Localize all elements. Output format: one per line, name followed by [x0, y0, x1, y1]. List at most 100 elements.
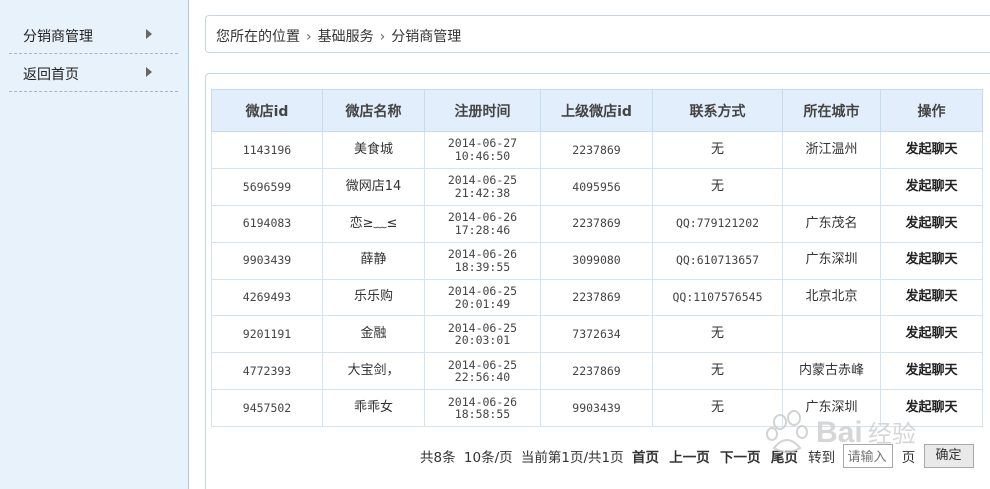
- contact-cell: QQ:1107576545: [652, 278, 783, 317]
- column-header-city: 所在城市: [782, 89, 881, 132]
- breadcrumb: 您所在的位置 › 基础服务 › 分销商管理: [205, 15, 990, 53]
- parent-shop-id-cell: 4095956: [540, 167, 653, 206]
- shop-name-cell: 乖乖女: [322, 389, 425, 428]
- shop-id-cell: 9903439: [211, 241, 323, 280]
- city-cell: [782, 315, 881, 354]
- breadcrumb-item: 分销商管理: [391, 29, 462, 45]
- page-number-input[interactable]: [843, 444, 894, 468]
- parent-shop-id-cell: 3099080: [540, 241, 653, 280]
- register-time-cell: 2014-06-27 10:46:50: [424, 131, 541, 169]
- last-page-link[interactable]: 尾页: [771, 446, 798, 466]
- register-time-cell: 2014-06-26 18:58:55: [424, 389, 541, 428]
- parent-shop-id-cell: 2237869: [540, 131, 653, 169]
- city-cell: 内蒙古赤峰: [782, 352, 881, 391]
- start-chat-link[interactable]: 发起聊天: [880, 389, 983, 428]
- contact-cell: 无: [652, 352, 783, 391]
- column-header-action: 操作: [880, 89, 983, 132]
- shop-id-cell: 5696599: [211, 167, 323, 206]
- current-page-info: 当前第1页/共1页: [520, 450, 624, 466]
- city-cell: [782, 167, 881, 206]
- confirm-button[interactable]: 确定: [923, 444, 974, 468]
- column-header-parent-shop-id: 上级微店id: [540, 89, 653, 132]
- shop-name-cell: 薛静: [322, 241, 425, 280]
- breadcrumb-prefix: 您所在的位置: [216, 29, 300, 45]
- table-row: 9903439 薛静 2014-06-26 18:39:55 3099080 QQ:610…: [211, 241, 983, 280]
- sidebar-item-distributor-management[interactable]: 分销商管理: [9, 16, 178, 54]
- table-row: 5696599 微网店14 2014-06-25 21:42:38 4095956 无 发起…: [211, 167, 983, 206]
- column-header-contact: 联系方式: [652, 89, 783, 132]
- start-chat-link[interactable]: 发起聊天: [880, 241, 983, 280]
- shop-id-cell: 9457502: [211, 389, 323, 428]
- register-time-cell: 2014-06-25 20:01:49: [424, 278, 541, 317]
- shop-name-cell: 乐乐购: [322, 278, 425, 317]
- prev-page-link[interactable]: 上一页: [669, 446, 710, 466]
- first-page-link[interactable]: 首页: [632, 446, 659, 466]
- chevron-right-icon: ›: [306, 29, 312, 45]
- register-date: 2014-06-25: [447, 283, 518, 298]
- shop-id-cell: 6194083: [211, 204, 323, 243]
- register-clock-time: 20:03:01: [454, 333, 511, 348]
- chevron-right-icon: ›: [379, 29, 386, 45]
- table-body: 1143196 美食城 2014-06-27 10:46:50 2237869 无浙江温州…: [211, 131, 983, 428]
- register-time-cell: 2014-06-26 18:39:55: [424, 241, 541, 280]
- start-chat-link[interactable]: 发起聊天: [880, 167, 983, 206]
- table-row: 1143196 美食城 2014-06-27 10:46:50 2237869 无浙江温州…: [211, 131, 983, 169]
- shop-name-cell: 恋≥﹏≤: [322, 204, 425, 243]
- register-clock-time: 20:01:49: [454, 296, 511, 311]
- column-header-shop-id: 微店id: [211, 89, 323, 132]
- contact-cell: QQ:779121202: [652, 204, 783, 243]
- shop-id-cell: 9201191: [211, 315, 323, 354]
- parent-shop-id-cell: 2237869: [540, 278, 653, 317]
- shop-id-cell: 4269493: [211, 278, 323, 317]
- register-date: 2014-06-26: [447, 210, 518, 225]
- register-date: 2014-06-25: [447, 173, 518, 188]
- column-header-shop-name: 微店名称: [322, 89, 425, 132]
- register-clock-time: 10:46:50: [454, 148, 511, 163]
- register-date: 2014-06-26: [447, 246, 518, 261]
- next-page-link[interactable]: 下一页: [720, 446, 761, 466]
- register-clock-time: 18:39:55: [454, 259, 511, 274]
- parent-shop-id-cell: 9903439: [540, 389, 653, 428]
- start-chat-link[interactable]: 发起聊天: [880, 315, 983, 354]
- page-unit-label: 页: [901, 450, 916, 466]
- start-chat-link[interactable]: 发起聊天: [880, 278, 983, 317]
- arrow-right-icon: [146, 29, 152, 39]
- total-count: 共8条: [420, 450, 456, 466]
- register-clock-time: 18:58:55: [454, 407, 511, 422]
- goto-label: 转到: [808, 450, 836, 466]
- register-clock-time: 21:42:38: [454, 185, 511, 200]
- table-row: 9457502 乖乖女 2014-06-26 18:58:55 9903439 无广东深圳…: [211, 389, 983, 428]
- table-row: 4772393 大宝剑， 2014-06-25 22:56:40 2237869 无内蒙古…: [211, 352, 983, 391]
- start-chat-link[interactable]: 发起聊天: [880, 131, 983, 169]
- start-chat-link[interactable]: 发起聊天: [880, 204, 983, 243]
- city-cell: 北京北京: [782, 278, 881, 317]
- table-row: 9201191 金融 2014-06-25 20:03:01 7372634 无 发起聊天: [211, 315, 983, 354]
- city-cell: 广东深圳: [782, 389, 881, 428]
- shop-name-cell: 大宝剑，: [322, 352, 425, 391]
- city-cell: 广东深圳: [782, 241, 881, 280]
- start-chat-link[interactable]: 发起聊天: [880, 352, 983, 391]
- contact-cell: 无: [652, 167, 783, 206]
- register-time-cell: 2014-06-25 20:03:01: [424, 315, 541, 354]
- contact-cell: QQ:610713657: [652, 241, 783, 280]
- contact-cell: 无: [652, 389, 783, 428]
- page-size: 10条/页: [463, 450, 513, 466]
- sidebar-item-back-home[interactable]: 返回首页: [9, 54, 178, 92]
- city-cell: 广东茂名: [782, 204, 881, 243]
- table-row: 4269493 乐乐购 2014-06-25 20:01:49 2237869 QQ:11…: [211, 278, 983, 317]
- parent-shop-id-cell: 2237869: [540, 352, 653, 391]
- sidebar: 分销商管理 返回首页: [0, 0, 189, 489]
- shop-name-cell: 微网店14: [322, 167, 425, 206]
- shop-name-cell: 美食城: [322, 131, 425, 169]
- table-row: 6194083 恋≥﹏≤ 2014-06-26 17:28:46 2237869 QQ:7…: [211, 204, 983, 243]
- breadcrumb-trail: 您所在的位置 › 基础服务 › 分销商管理: [216, 26, 461, 46]
- arrow-right-icon: [146, 67, 152, 77]
- table-header-row: 微店id 微店名称 注册时间 上级微店id 联系方式 所在城市 操作: [211, 89, 983, 132]
- register-time-cell: 2014-06-26 17:28:46: [424, 204, 541, 243]
- breadcrumb-item[interactable]: 基础服务: [318, 29, 374, 45]
- shop-name-cell: 金融: [322, 315, 425, 354]
- parent-shop-id-cell: 2237869: [540, 204, 653, 243]
- distributor-table: 微店id 微店名称 注册时间 上级微店id 联系方式 所在城市 操作 11431…: [211, 89, 983, 428]
- sidebar-item-label: 返回首页: [23, 67, 79, 83]
- contact-cell: 无: [652, 315, 783, 354]
